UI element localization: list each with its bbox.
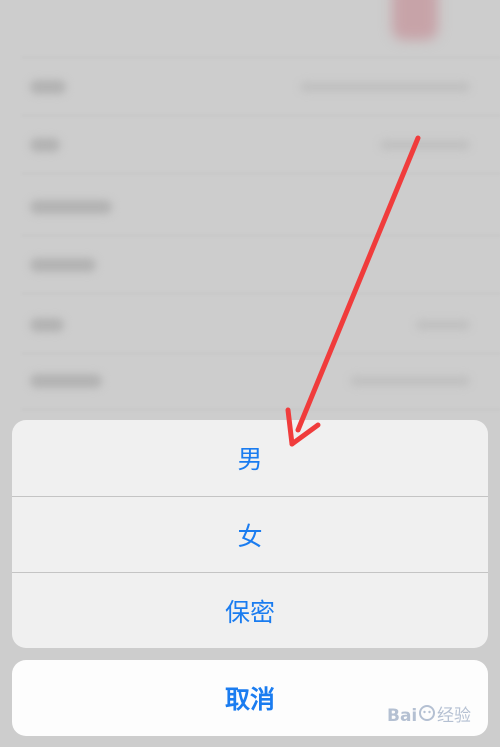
background-row bbox=[0, 116, 500, 174]
background-divider bbox=[22, 293, 500, 294]
background-row-label bbox=[30, 200, 112, 214]
background-row-label bbox=[30, 374, 102, 388]
background-row-value bbox=[380, 140, 470, 150]
background-row bbox=[0, 296, 500, 354]
background-row-label bbox=[30, 80, 66, 94]
background-row-label bbox=[30, 258, 96, 272]
background-divider bbox=[22, 409, 500, 410]
background-row bbox=[0, 352, 500, 410]
option-female[interactable]: 女 bbox=[12, 496, 488, 572]
option-private[interactable]: 保密 bbox=[12, 572, 488, 648]
background-divider bbox=[22, 173, 500, 174]
background-row bbox=[0, 58, 500, 116]
background-row bbox=[0, 0, 500, 58]
option-male[interactable]: 男 bbox=[12, 420, 488, 496]
background-row-label bbox=[30, 138, 60, 152]
background-row bbox=[0, 236, 500, 294]
background-row-value bbox=[416, 320, 470, 330]
baidu-jingyan-watermark-logo: Bai 经验 bbox=[387, 705, 471, 726]
gender-action-sheet: 男 女 保密 bbox=[12, 420, 488, 648]
background-row-value bbox=[300, 82, 470, 92]
background-avatar bbox=[392, 0, 438, 40]
svg-text:经验: 经验 bbox=[437, 706, 471, 726]
background-row-value bbox=[350, 376, 470, 386]
background-row bbox=[0, 178, 500, 236]
svg-text:Bai: Bai bbox=[387, 706, 417, 726]
background-row-label bbox=[30, 318, 64, 332]
